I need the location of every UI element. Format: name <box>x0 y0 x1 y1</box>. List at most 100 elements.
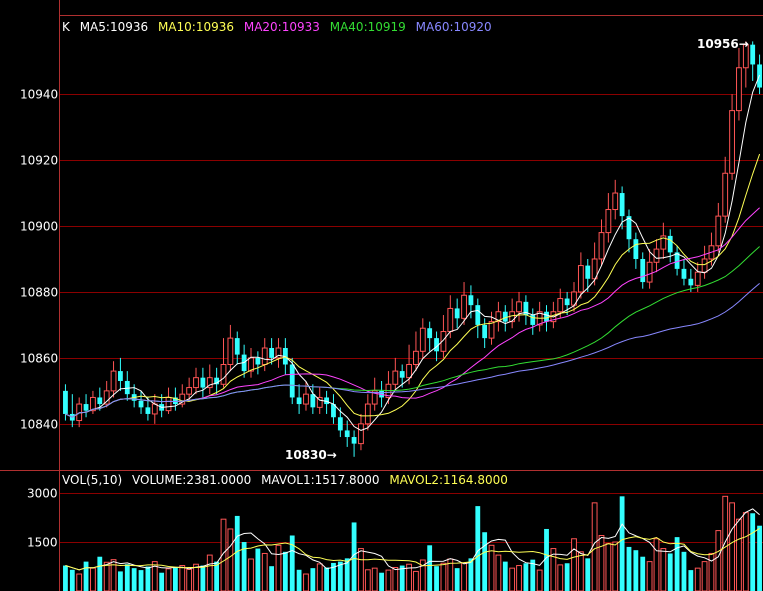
volume-bar <box>103 561 110 591</box>
volume-bar <box>646 561 653 591</box>
volume-bar <box>612 541 619 591</box>
volume-bar <box>557 564 564 591</box>
candle-body <box>110 370 117 392</box>
candle-body <box>310 394 316 408</box>
volume-bar <box>653 538 660 591</box>
volume-bar <box>523 563 529 591</box>
volume-bar <box>227 528 234 591</box>
candle-body <box>392 370 399 385</box>
volume-bar <box>729 502 735 591</box>
candle-body <box>468 295 474 306</box>
candle-body <box>296 397 302 405</box>
volume-bar <box>337 561 343 591</box>
volume-bar <box>90 567 96 591</box>
volume-bar <box>261 552 268 591</box>
candle-body <box>598 232 605 260</box>
volume-bar <box>640 556 646 591</box>
candle-body <box>461 294 467 319</box>
volume-bar <box>701 561 708 591</box>
kline-legend: K MA5:10936 MA10:10936 MA20:10933 MA40:1… <box>62 20 498 34</box>
volume-bar <box>475 506 481 591</box>
candle-body <box>736 67 742 112</box>
volume-bar <box>206 554 213 591</box>
volume-bar <box>577 551 584 591</box>
volume-bar <box>674 537 680 591</box>
volume-bar <box>186 568 193 591</box>
candle-body <box>165 396 172 412</box>
legend-mavol2: MAVOL2:1164.8000 <box>389 473 508 487</box>
candle-body <box>227 337 234 365</box>
volume-bar <box>488 544 495 591</box>
volume-bar <box>694 567 701 591</box>
candle-body <box>118 371 123 381</box>
candle-body <box>447 307 454 333</box>
legend-mavol1: MAVOL1:1517.8000 <box>261 473 380 487</box>
price-tick-label: 10840 <box>20 418 58 432</box>
volume-bar <box>660 548 667 591</box>
volume-bar <box>172 567 178 591</box>
price-tick-label: 10900 <box>20 220 58 234</box>
candle-body <box>97 397 103 405</box>
candle-body <box>193 377 199 389</box>
volume-bar <box>722 495 729 591</box>
volume-bar <box>598 535 605 591</box>
volume-bar <box>605 543 612 591</box>
volume-bar <box>193 563 199 591</box>
price-tick-label: 10920 <box>20 154 58 168</box>
candle-body <box>63 390 68 414</box>
candle-body <box>145 407 151 414</box>
candle-body <box>681 268 687 279</box>
legend-ma10: MA10:10936 <box>157 20 235 34</box>
volume-bar <box>200 565 206 591</box>
volume-bar <box>454 568 460 591</box>
volume-bar <box>413 570 419 591</box>
candle-body <box>427 328 433 339</box>
candle-body <box>454 308 460 319</box>
volume-bar <box>179 565 186 591</box>
candle-body <box>200 377 206 388</box>
volume-bar <box>708 552 715 591</box>
volume-bar <box>145 566 151 591</box>
candle-body <box>653 248 660 263</box>
candle-body <box>406 363 412 379</box>
volume-bar <box>509 567 516 591</box>
volume-bar <box>619 496 625 591</box>
candle-body <box>255 357 261 365</box>
candle-body <box>640 258 646 283</box>
candle-body <box>688 278 694 286</box>
volume-bar <box>736 518 742 591</box>
volume-bar <box>392 566 399 591</box>
volume-bar <box>667 553 673 591</box>
kline-chart[interactable]: 108401086010880109001092010940 15003000 … <box>0 0 763 591</box>
volume-bar <box>282 551 288 591</box>
candle-body <box>186 387 193 395</box>
volume-bar <box>633 550 639 591</box>
volume-bar <box>681 551 687 591</box>
volume-bar <box>364 569 371 591</box>
volume-bar <box>97 556 103 591</box>
candle-body <box>488 321 495 339</box>
max-price-label: 10956→ <box>697 37 749 51</box>
volume-bar <box>371 567 378 591</box>
volume-bar <box>715 530 722 591</box>
legend-volume: VOLUME:2381.0000 <box>132 473 252 487</box>
volume-bar <box>379 572 384 591</box>
volume-bar <box>316 563 323 591</box>
volume-bar <box>482 532 488 591</box>
price-tick-label: 10880 <box>20 286 58 300</box>
candle-body <box>646 261 653 283</box>
chart-background <box>0 0 763 591</box>
volume-bar <box>468 558 474 591</box>
candle-body <box>557 298 564 313</box>
candle-body <box>475 305 481 325</box>
volume-bar <box>83 561 89 591</box>
candle-body <box>413 350 419 365</box>
candle-body <box>358 423 364 445</box>
legend-ma20: MA20:10933 <box>243 20 320 34</box>
candle-body <box>269 348 275 358</box>
volume-bar <box>626 546 632 591</box>
candle-body <box>261 347 268 365</box>
candle-body <box>605 209 612 234</box>
volume-bar <box>516 565 522 591</box>
candle-body <box>715 215 722 247</box>
